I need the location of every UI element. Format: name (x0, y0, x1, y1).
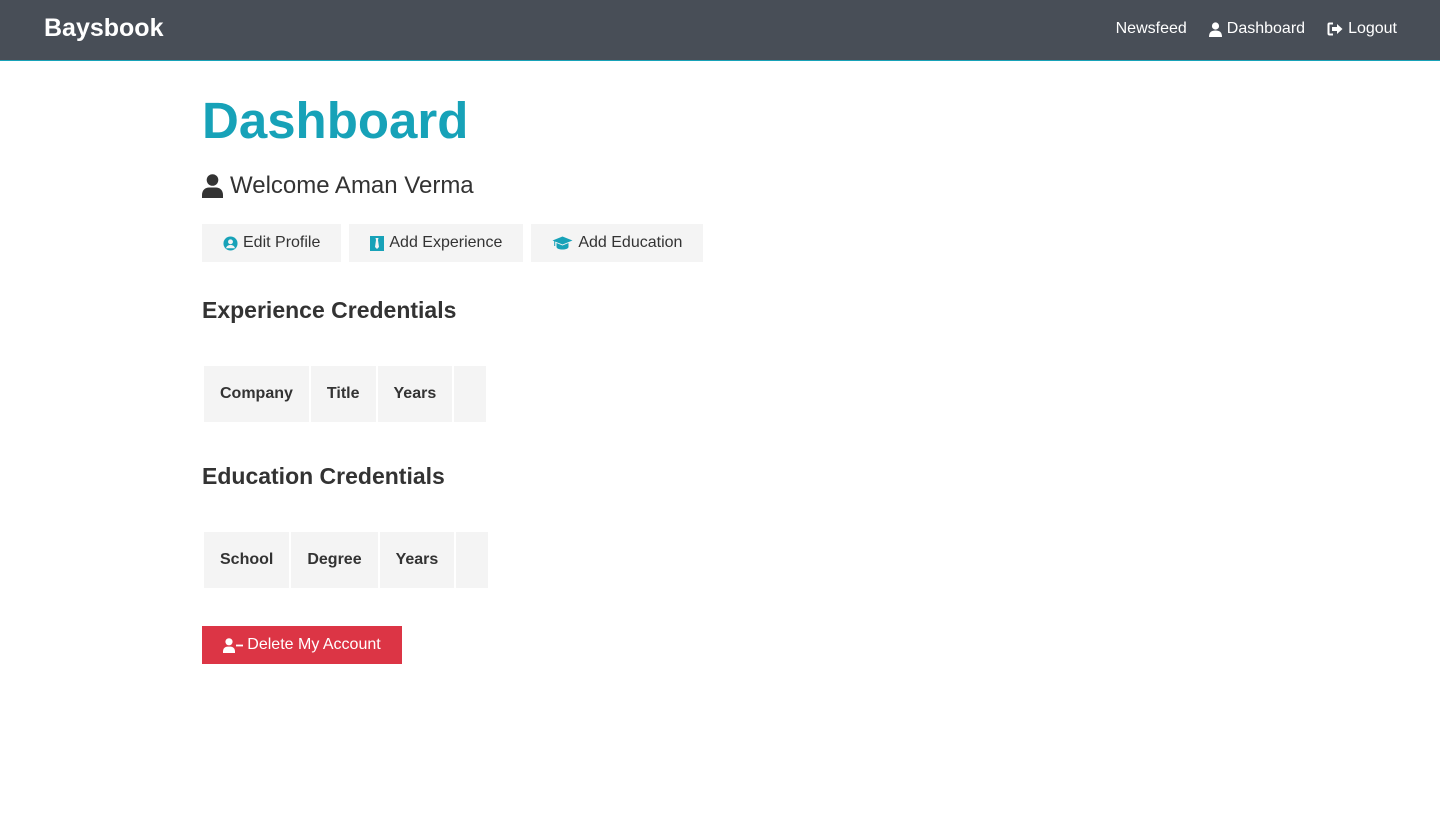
user-icon (1208, 21, 1222, 37)
user-tie-icon (370, 235, 385, 251)
education-heading: Education Credentials (202, 463, 445, 489)
nav-link-logout[interactable]: Logout (1327, 19, 1397, 39)
experience-table: Company Title Years (202, 364, 488, 424)
table-header-row: School Degree Years (204, 532, 489, 588)
delete-account-label: Delete My Account (247, 636, 381, 653)
education-table: School Degree Years (202, 530, 490, 590)
page-title: Dashboard (202, 92, 469, 149)
table-header-row: Company Title Years (204, 366, 487, 422)
add-experience-button[interactable]: Add Experience (349, 224, 524, 262)
nav-link-newsfeed[interactable]: Newsfeed (1116, 19, 1187, 39)
column-header-actions (454, 366, 487, 422)
nav-link-dashboard[interactable]: Dashboard (1208, 19, 1306, 39)
dashboard-actions: Edit Profile Add Experience Add Educatio… (202, 224, 711, 262)
edit-profile-button[interactable]: Edit Profile (202, 224, 342, 262)
column-header-degree: Degree (291, 532, 378, 588)
graduation-cap-icon (552, 236, 573, 250)
column-header-actions (456, 532, 489, 588)
user-minus-icon (223, 637, 244, 653)
welcome-text: Welcome Aman Verma (230, 172, 474, 199)
nav-links: Newsfeed Dashboard Logout (1094, 19, 1397, 39)
user-icon (202, 174, 223, 198)
user-circle-icon (223, 235, 238, 251)
column-header-title: Title (310, 366, 376, 422)
add-education-label: Add Education (578, 234, 683, 251)
experience-heading: Experience Credentials (202, 297, 457, 323)
edit-profile-label: Edit Profile (243, 234, 321, 251)
nav-link-label: Newsfeed (1115, 20, 1187, 37)
nav-link-label: Dashboard (1226, 20, 1306, 37)
add-education-button[interactable]: Add Education (531, 224, 704, 262)
column-header-years: Years (377, 366, 453, 422)
brand-logo[interactable]: Baysbook (44, 14, 163, 43)
welcome-message: Welcome Aman Verma (202, 172, 474, 200)
column-header-school: School (204, 532, 290, 588)
delete-account-button[interactable]: Delete My Account (202, 626, 402, 664)
column-header-company: Company (204, 366, 309, 422)
add-experience-label: Add Experience (389, 234, 503, 251)
column-header-years: Years (379, 532, 455, 588)
navbar: Baysbook Newsfeed Dashboard Logout (0, 0, 1440, 61)
nav-link-label: Logout (1348, 20, 1397, 37)
sign-out-icon (1327, 22, 1343, 36)
